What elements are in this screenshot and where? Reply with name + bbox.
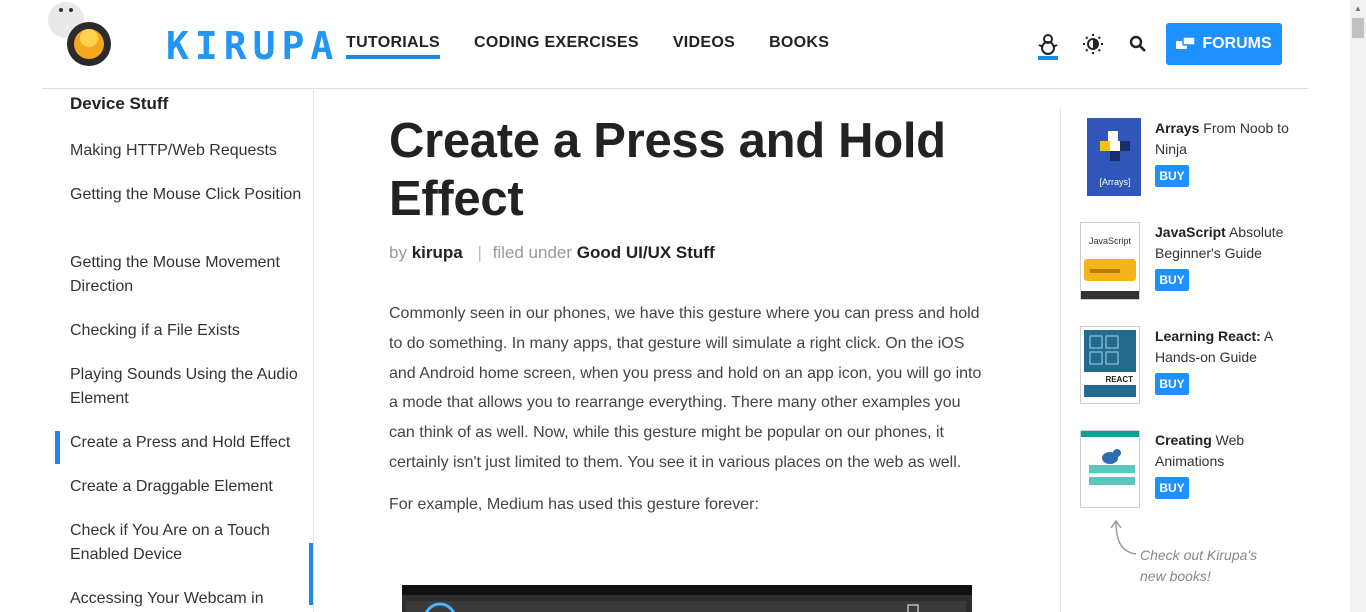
video-controls-icon xyxy=(402,585,972,612)
site-header: KIRUPA TUTORIALS CODING EXERCISES VIDEOS… xyxy=(0,0,1350,90)
sidebar: Device Stuff Making HTTP/Web Requests Ge… xyxy=(42,90,314,612)
sidebar-item-http-requests[interactable]: Making HTTP/Web Requests xyxy=(70,139,306,163)
page-scrollbar[interactable] xyxy=(1350,0,1366,612)
scrollbar-thumb[interactable] xyxy=(1352,18,1364,38)
curved-arrow-icon xyxy=(1110,519,1137,555)
snowman-icon[interactable] xyxy=(1035,30,1061,60)
author-link[interactable]: kirupa xyxy=(412,243,463,262)
sidebar-heading: Device Stuff xyxy=(70,94,169,113)
book-cover-animations[interactable] xyxy=(1080,430,1140,508)
sidebar-item-draggable[interactable]: Create a Draggable Element xyxy=(70,475,306,499)
nav-tutorials[interactable]: TUTORIALS xyxy=(346,34,440,59)
chat-icon xyxy=(1176,36,1197,49)
article-paragraph: Commonly seen in our phones, we have thi… xyxy=(389,305,982,471)
article-paragraph: For example, Medium has used this gestur… xyxy=(389,495,759,513)
sidebar-item-touch[interactable]: Check if You Are on a Touch Enabled Devi… xyxy=(70,519,306,567)
book-title[interactable]: JavaScript Absolute Beginner's Guide xyxy=(1155,222,1305,264)
book-title[interactable]: Creating Web Animations xyxy=(1155,430,1305,472)
svg-text:REACT: REACT xyxy=(1105,375,1133,384)
main-nav: TUTORIALS CODING EXERCISES VIDEOS BOOKS xyxy=(346,34,829,59)
buy-button[interactable]: BUY xyxy=(1155,373,1189,395)
book-cover-javascript[interactable]: JavaScript xyxy=(1080,222,1140,300)
byline: by kirupa | filed under Good UI/UX Stuff xyxy=(389,243,989,263)
sidebar-item-mouse-click[interactable]: Getting the Mouse Click Position xyxy=(70,183,306,207)
page-title: Create a Press and Hold Effect xyxy=(389,114,946,226)
buy-button[interactable]: BUY xyxy=(1155,269,1189,291)
logo-text: KIRUPA xyxy=(166,24,340,68)
buy-button[interactable]: BUY xyxy=(1155,477,1189,499)
video-embed[interactable] xyxy=(402,585,972,612)
book-title[interactable]: Arrays From Noob to Ninja xyxy=(1155,118,1305,160)
checkout-note: Check out Kirupa's new books! xyxy=(1140,547,1258,584)
svg-text:[Arrays]: [Arrays] xyxy=(1099,177,1130,187)
scroll-up-icon[interactable]: ▲ xyxy=(1350,0,1366,16)
buy-button[interactable]: BUY xyxy=(1155,165,1189,187)
forums-button[interactable]: FORUMS xyxy=(1166,23,1282,65)
sidebar-scrollbar[interactable] xyxy=(309,543,313,605)
brightness-icon[interactable] xyxy=(1080,30,1106,58)
nav-coding-exercises[interactable]: CODING EXERCISES xyxy=(474,34,639,59)
header-divider xyxy=(42,88,1308,89)
search-icon[interactable] xyxy=(1125,30,1151,58)
right-column-divider xyxy=(1060,108,1061,612)
sidebar-item-file-exists[interactable]: Checking if a File Exists xyxy=(70,319,306,343)
sidebar-item-webcam[interactable]: Accessing Your Webcam in xyxy=(70,587,306,611)
site-logo[interactable]: KIRUPA xyxy=(44,2,333,72)
by-label: by xyxy=(389,243,407,262)
nav-videos[interactable]: VIDEOS xyxy=(673,34,735,59)
book-title[interactable]: Learning React: A Hands-on Guide xyxy=(1155,326,1305,368)
book-cover-react[interactable]: REACT xyxy=(1080,326,1140,404)
byline-separator: | xyxy=(477,243,482,262)
sidebar-item-audio[interactable]: Playing Sounds Using the Audio Element xyxy=(70,363,306,411)
sidebar-item-press-hold[interactable]: Create a Press and Hold Effect xyxy=(55,431,306,464)
forums-label: FORUMS xyxy=(1202,35,1272,52)
article: Create a Press and Hold Effect by kirupa… xyxy=(389,112,989,517)
svg-text:JavaScript: JavaScript xyxy=(1089,236,1132,246)
sidebar-item-mouse-direction[interactable]: Getting the Mouse Movement Direction xyxy=(70,251,306,299)
nav-books[interactable]: BOOKS xyxy=(769,34,829,59)
filed-label: filed under xyxy=(492,243,573,262)
book-cover-arrays[interactable]: [Arrays] xyxy=(1087,118,1141,196)
category-link[interactable]: Good UI/UX Stuff xyxy=(577,243,715,262)
